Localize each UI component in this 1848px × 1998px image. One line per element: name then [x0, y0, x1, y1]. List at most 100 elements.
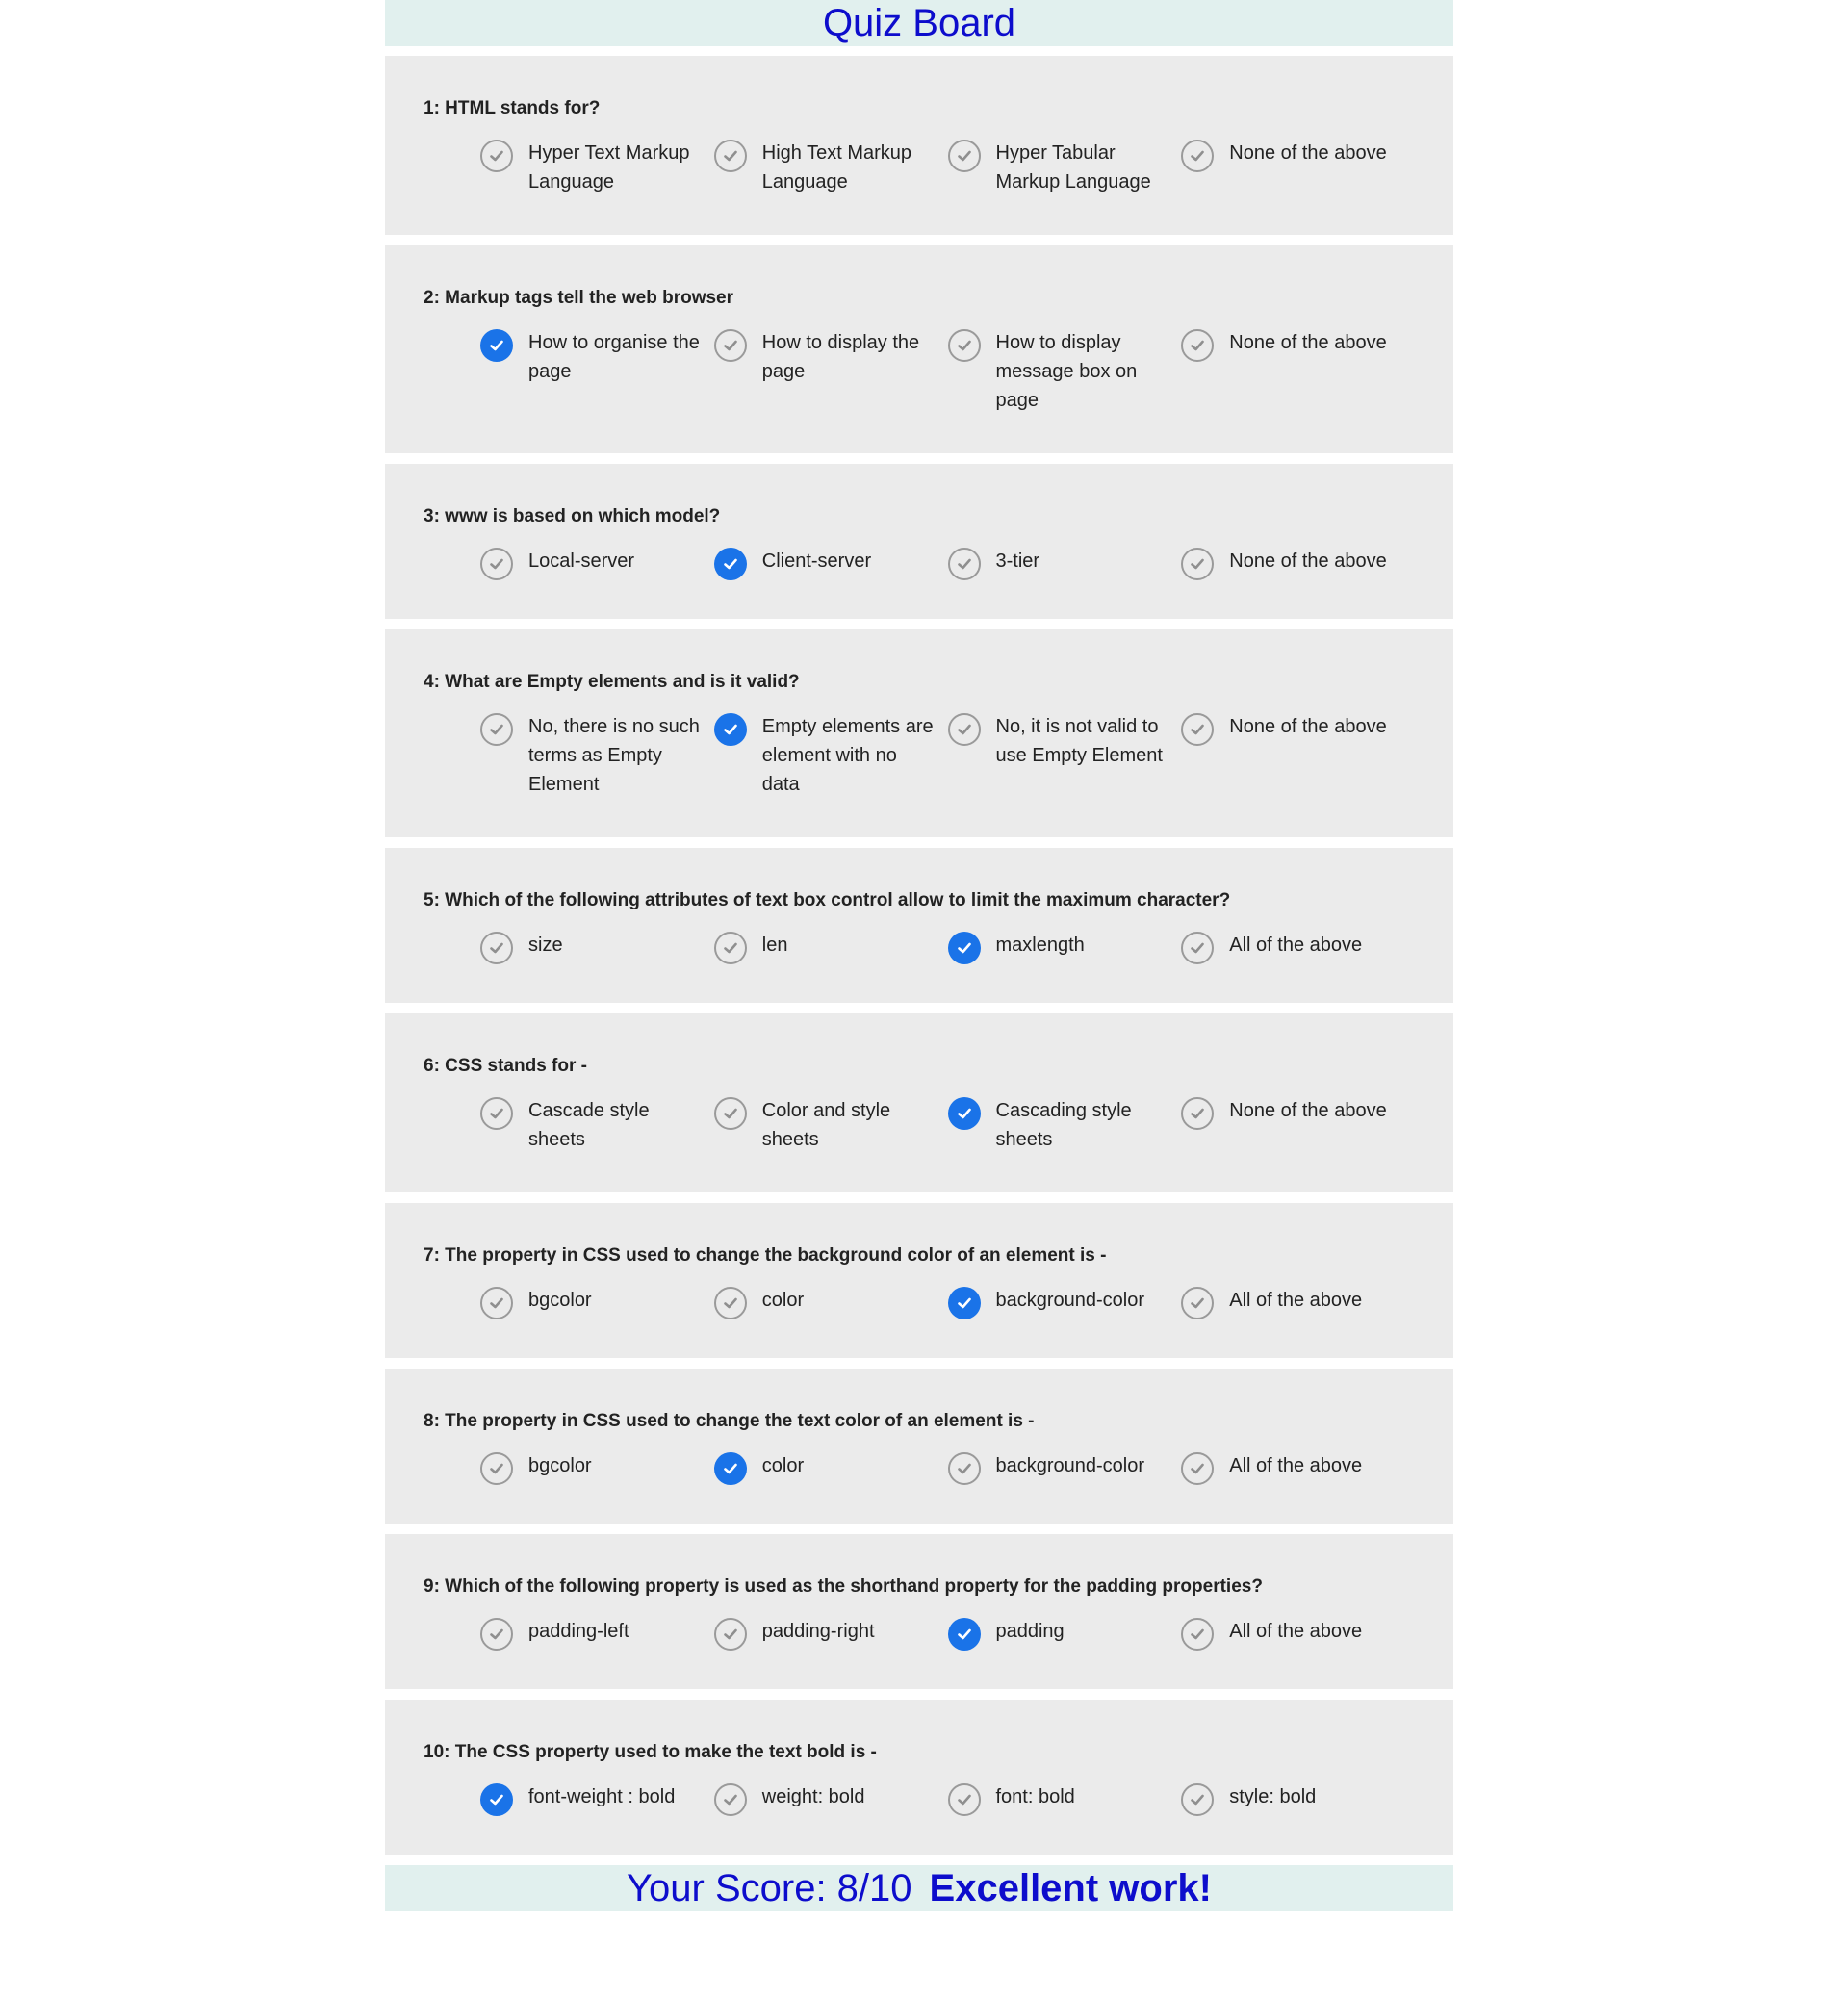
check-circle-icon[interactable] [713, 1783, 747, 1816]
question-card: 5: Which of the following attributes of … [385, 848, 1453, 1003]
check-circle-icon[interactable] [1181, 1618, 1215, 1651]
check-circle-icon[interactable] [713, 140, 747, 172]
answer-option[interactable]: bgcolor [480, 1452, 714, 1485]
question-title: 1: HTML stands for? [424, 98, 601, 118]
check-circle-icon[interactable] [947, 548, 981, 580]
answer-option[interactable]: color [713, 1287, 948, 1319]
check-circle-icon[interactable] [480, 713, 513, 746]
answer-option[interactable]: None of the above [1181, 329, 1415, 415]
check-circle-icon[interactable] [1181, 1452, 1215, 1485]
answer-option[interactable]: All of the above [1181, 1287, 1415, 1319]
question-title: 9: Which of the following property is us… [424, 1576, 1263, 1597]
answer-option[interactable]: 3-tier [947, 548, 1182, 580]
check-circle-icon[interactable] [480, 932, 513, 964]
answer-option[interactable]: background-color [947, 1287, 1182, 1319]
check-circle-filled-icon[interactable] [947, 1097, 981, 1130]
answer-option[interactable]: All of the above [1181, 932, 1415, 964]
answer-option[interactable]: len [713, 932, 948, 964]
answer-option[interactable]: Empty elements are element with no data [713, 713, 948, 799]
answer-option[interactable]: padding [947, 1618, 1182, 1651]
option-label: Hyper Tabular Markup Language [995, 142, 1151, 192]
answer-option[interactable]: No, it is not valid to use Empty Element [947, 713, 1182, 799]
check-circle-icon[interactable] [713, 1287, 747, 1319]
check-circle-filled-icon[interactable] [713, 548, 747, 580]
check-circle-icon[interactable] [947, 1783, 981, 1816]
check-circle-icon[interactable] [713, 1618, 747, 1651]
question-title: 10: The CSS property used to make the te… [424, 1742, 877, 1762]
check-circle-icon[interactable] [713, 1097, 747, 1130]
check-circle-filled-icon[interactable] [947, 932, 981, 964]
check-circle-filled-icon[interactable] [947, 1287, 981, 1319]
option-label: 3-tier [995, 551, 1040, 572]
answer-option[interactable]: background-color [947, 1452, 1182, 1485]
question-title: 4: What are Empty elements and is it val… [424, 672, 800, 692]
option-label: Empty elements are element with no data [761, 716, 934, 795]
check-circle-icon[interactable] [480, 1097, 513, 1130]
answer-option[interactable]: Cascade style sheets [480, 1097, 714, 1154]
score-text: Your Score: 8/10 [627, 1867, 912, 1909]
answer-option[interactable]: Hyper Tabular Markup Language [947, 140, 1182, 196]
check-circle-icon[interactable] [1181, 713, 1215, 746]
check-circle-filled-icon[interactable] [947, 1618, 981, 1651]
check-circle-icon[interactable] [947, 329, 981, 362]
check-circle-icon[interactable] [480, 140, 513, 172]
check-circle-icon[interactable] [480, 1452, 513, 1485]
answer-option[interactable]: None of the above [1181, 548, 1415, 580]
option-group: Hyper Text Markup Language High Text Mark… [424, 140, 1415, 196]
answer-option[interactable]: None of the above [1181, 713, 1415, 799]
check-circle-icon[interactable] [713, 932, 747, 964]
option-label: How to display message box on page [995, 332, 1138, 411]
check-circle-icon[interactable] [947, 1452, 981, 1485]
answer-option[interactable]: size [480, 932, 714, 964]
check-circle-icon[interactable] [480, 1618, 513, 1651]
answer-option[interactable]: None of the above [1181, 1097, 1415, 1154]
answer-option[interactable]: How to organise the page [480, 329, 714, 415]
answer-option[interactable]: No, there is no such terms as Empty Elem… [480, 713, 714, 799]
question-title: 5: Which of the following attributes of … [424, 890, 1231, 910]
answer-option[interactable]: Local-server [480, 548, 714, 580]
check-circle-icon[interactable] [480, 1287, 513, 1319]
answer-option[interactable]: font-weight : bold [480, 1783, 714, 1816]
check-circle-filled-icon[interactable] [480, 1783, 513, 1816]
check-circle-icon[interactable] [1181, 140, 1215, 172]
check-circle-filled-icon[interactable] [713, 713, 747, 746]
answer-option[interactable]: Color and style sheets [713, 1097, 948, 1154]
answer-option[interactable]: How to display message box on page [947, 329, 1182, 415]
answer-option[interactable]: bgcolor [480, 1287, 714, 1319]
answer-option[interactable]: style: bold [1181, 1783, 1415, 1816]
check-circle-icon[interactable] [713, 329, 747, 362]
check-circle-icon[interactable] [947, 140, 981, 172]
question-card: 2: Markup tags tell the web browser How t… [385, 245, 1453, 453]
option-group: Cascade style sheets Color and style shee… [424, 1097, 1415, 1154]
answer-option[interactable]: None of the above [1181, 140, 1415, 196]
answer-option[interactable]: All of the above [1181, 1452, 1415, 1485]
answer-option[interactable]: Client-server [713, 548, 948, 580]
option-label: None of the above [1229, 332, 1387, 353]
check-circle-filled-icon[interactable] [713, 1452, 747, 1485]
answer-option[interactable]: How to display the page [713, 329, 948, 415]
check-circle-icon[interactable] [1181, 1097, 1215, 1130]
answer-option[interactable]: High Text Markup Language [713, 140, 948, 196]
check-circle-icon[interactable] [1181, 932, 1215, 964]
answer-option[interactable]: color [713, 1452, 948, 1485]
check-circle-icon[interactable] [1181, 548, 1215, 580]
option-label: Local-server [528, 551, 635, 572]
answer-option[interactable]: padding-left [480, 1618, 714, 1651]
check-circle-filled-icon[interactable] [480, 329, 513, 362]
answer-option[interactable]: Hyper Text Markup Language [480, 140, 714, 196]
check-circle-icon[interactable] [1181, 1783, 1215, 1816]
option-label: padding [995, 1621, 1065, 1642]
check-circle-icon[interactable] [947, 713, 981, 746]
answer-option[interactable]: maxlength [947, 932, 1182, 964]
check-circle-icon[interactable] [480, 548, 513, 580]
answer-option[interactable]: Cascading style sheets [947, 1097, 1182, 1154]
answer-option[interactable]: padding-right [713, 1618, 948, 1651]
answer-option[interactable]: font: bold [947, 1783, 1182, 1816]
check-circle-icon[interactable] [1181, 329, 1215, 362]
option-group: Local-server Client-server 3-tier None of t… [424, 548, 1415, 580]
option-group: padding-left padding-right padding All of t… [424, 1618, 1415, 1651]
option-label: padding-right [761, 1621, 875, 1642]
answer-option[interactable]: weight: bold [713, 1783, 948, 1816]
answer-option[interactable]: All of the above [1181, 1618, 1415, 1651]
check-circle-icon[interactable] [1181, 1287, 1215, 1319]
